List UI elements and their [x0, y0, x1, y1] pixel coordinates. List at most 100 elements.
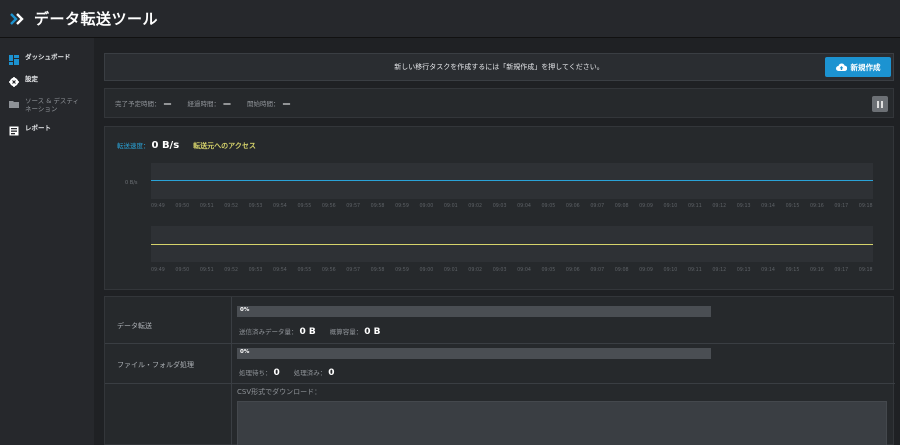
- data-transfer-stats: 送信済みデータ量： 0 B 概算容量： 0 B: [239, 326, 395, 337]
- x-tick-label: 09:16: [809, 204, 824, 209]
- pause-icon-bar: [881, 100, 883, 108]
- elapsed-value: —: [223, 98, 231, 108]
- total-label: 概算容量：: [329, 328, 363, 336]
- x-tick-label: 09:14: [761, 268, 775, 273]
- x-tick-label: 09:55: [297, 268, 312, 273]
- x-tick-label: 09:53: [248, 204, 263, 209]
- x-tick-label: 09:54: [273, 204, 287, 209]
- x-tick-label: 09:17: [834, 268, 849, 273]
- x-tick-label: 09:04: [517, 204, 531, 209]
- x-tick-label: 09:58: [370, 268, 385, 273]
- new-task-button[interactable]: 新規作成: [825, 57, 891, 77]
- x-tick-label: 09:13: [736, 268, 751, 273]
- data-transfer-label: データ転送: [117, 322, 152, 330]
- x-tick-label: 09:04: [517, 268, 531, 273]
- x-tick-label: 09:10: [663, 204, 678, 209]
- file-processing-progress-text: 0%: [240, 349, 250, 355]
- new-task-button-label: 新規作成: [850, 62, 881, 72]
- x-tick-label: 09:55: [297, 204, 312, 209]
- x-tick-label: 09:56: [321, 204, 336, 209]
- access-x-axis-ticks: 09:49 09:50 09:51 09:52 09:53 09:54 09:55 09:56…: [151, 268, 873, 273]
- data-transfer-progress-text: 0%: [240, 307, 250, 313]
- x-tick-label: 09:05: [541, 268, 556, 273]
- x-tick-label: 09:15: [785, 268, 800, 273]
- x-tick-label: 09:06: [565, 204, 580, 209]
- sidebar-item-label: レポート: [25, 123, 51, 132]
- start-label: 開始時間：: [247, 100, 280, 108]
- sidebar-item-settings[interactable]: 設定: [0, 72, 94, 91]
- x-tick-label: 09:10: [663, 268, 678, 273]
- x-tick-label: 09:58: [370, 204, 385, 209]
- sidebar: ダッシュボード 設定 ソース & デスティネーション レポート: [0, 38, 94, 445]
- speed-label: 転送速度：: [117, 142, 150, 150]
- row-divider: [105, 343, 895, 344]
- x-tick-label: 09:51: [199, 204, 214, 209]
- dashboard-icon: [9, 55, 19, 65]
- x-tick-label: 09:53: [248, 268, 263, 273]
- transfer-chart-panel: 転送速度： 0 B/s 転送元へのアクセス 0 B/s 09:49 09:50 09…: [104, 126, 894, 290]
- speed-value: 0 B/s: [151, 140, 180, 151]
- x-tick-label: 09:54: [273, 268, 287, 273]
- x-tick-label: 09:02: [468, 204, 483, 209]
- total-value: 0 B: [364, 327, 381, 337]
- sent-label: 送信済みデータ量：: [239, 328, 298, 336]
- x-tick-label: 09:03: [492, 268, 507, 273]
- x-tick-label: 09:49: [151, 268, 165, 273]
- access-series-line: [151, 244, 873, 245]
- done-label: 処理済み：: [293, 369, 327, 377]
- logo-icon: [10, 10, 28, 28]
- elapsed-label: 経過時間：: [187, 100, 221, 108]
- column-divider: [231, 297, 232, 445]
- x-tick-label: 09:14: [761, 204, 775, 209]
- x-tick-label: 09:12: [712, 268, 727, 273]
- x-tick-label: 09:08: [614, 268, 629, 273]
- x-tick-label: 09:59: [395, 268, 409, 273]
- x-tick-label: 09:50: [175, 268, 190, 273]
- x-tick-label: 09:01: [443, 268, 458, 273]
- sidebar-item-report[interactable]: レポート: [0, 121, 94, 140]
- x-tick-label: 09:57: [346, 204, 361, 209]
- x-tick-label: 09:50: [175, 204, 190, 209]
- x-tick-label: 09:12: [712, 204, 727, 209]
- speed-x-axis-ticks: 09:49 09:50 09:51 09:52 09:53 09:54 09:55 09:56…: [151, 204, 873, 209]
- info-banner: 新しい移行タスクを作成するには「新規作成」を押してください。 新規作成: [104, 53, 894, 81]
- eta-value: —: [163, 98, 172, 108]
- x-tick-label: 09:07: [590, 268, 605, 273]
- file-processing-progress: 0%: [237, 348, 711, 359]
- x-tick-label: 09:52: [224, 204, 239, 209]
- x-tick-label: 09:09: [639, 268, 653, 273]
- progress-panel: データ転送 0% 送信済みデータ量： 0 B 概算容量： 0 B ファイル・フォ…: [104, 296, 895, 445]
- app-title: データ転送ツール: [34, 10, 159, 28]
- x-tick-label: 09:13: [736, 204, 751, 209]
- speed-series-line: [151, 180, 873, 181]
- csv-download-area[interactable]: [237, 401, 887, 445]
- csv-download-label: CSV形式でダウンロード：: [237, 388, 322, 396]
- pending-value: 0: [273, 368, 280, 378]
- folder-icon: [9, 99, 19, 109]
- sidebar-item-dashboard[interactable]: ダッシュボード: [0, 50, 94, 69]
- eta-group: 完了予定時間： —: [115, 98, 172, 109]
- x-tick-label: 09:16: [809, 268, 824, 273]
- x-tick-label: 09:01: [443, 204, 458, 209]
- x-tick-label: 09:17: [834, 204, 849, 209]
- x-tick-label: 09:00: [419, 268, 434, 273]
- data-transfer-progress: 0%: [237, 306, 711, 317]
- x-tick-label: 09:52: [224, 268, 239, 273]
- x-tick-label: 09:00: [419, 204, 434, 209]
- main-content: 新しい移行タスクを作成するには「新規作成」を押してください。 新規作成 完了予定…: [94, 38, 900, 445]
- x-tick-label: 09:09: [639, 204, 653, 209]
- file-processing-label: ファイル・フォルダ処理: [117, 361, 194, 369]
- sidebar-item-source-destination[interactable]: ソース & デスティネーション: [0, 94, 94, 118]
- pause-icon: [877, 100, 879, 108]
- x-tick-label: 09:56: [321, 268, 336, 273]
- x-tick-label: 09:07: [590, 204, 605, 209]
- report-icon: [9, 126, 19, 136]
- access-chart-area: [151, 226, 873, 262]
- pause-button[interactable]: [872, 96, 888, 112]
- eta-label: 完了予定時間：: [115, 100, 161, 108]
- elapsed-group: 経過時間： —: [187, 98, 232, 109]
- sent-value: 0 B: [299, 327, 316, 337]
- x-tick-label: 09:59: [395, 204, 409, 209]
- x-tick-label: 09:11: [687, 268, 702, 273]
- x-tick-label: 09:06: [565, 268, 580, 273]
